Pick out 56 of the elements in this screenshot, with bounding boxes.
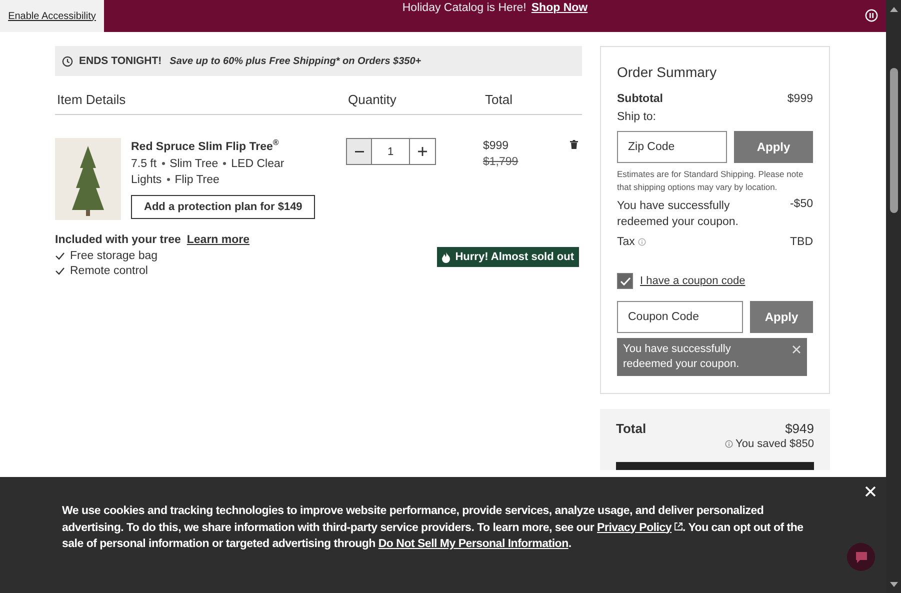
decrease-quantity-button[interactable] <box>347 139 372 164</box>
original-price: $1,799 <box>483 155 518 170</box>
ship-to-label: Ship to: <box>617 111 657 123</box>
apply-button[interactable]: Apply <box>734 131 813 163</box>
shipping-note: Estimates are for Standard Shipping. Please note that shipping options may vary by location. <box>617 168 804 194</box>
plus-icon <box>418 147 427 156</box>
tax-label: Tax <box>617 236 635 248</box>
coupon-checkbox[interactable] <box>617 273 633 289</box>
add-protection-plan-button[interactable]: Add a protection plan for $149 <box>131 194 316 219</box>
external-link-icon <box>674 522 683 530</box>
enable-accessibility-button[interactable]: Enable Accessibility <box>0 0 104 32</box>
subtotal-value: $999 <box>787 93 813 105</box>
price: $999 <box>483 139 510 154</box>
included-item: Free storage bag <box>70 250 158 262</box>
learn-more-link[interactable]: Learn more <box>186 234 250 246</box>
chat-button[interactable] <box>847 543 875 571</box>
column-header: Total <box>485 92 512 106</box>
flame-icon <box>442 252 450 262</box>
zip-code-field[interactable]: Zip Code <box>617 131 727 163</box>
scroll-up-arrow-icon[interactable] <box>890 7 898 12</box>
cookie-notice-text: We use cookies and tracking technologies to improve website performance, provide services, analyze usage, and deliver personalized advertising. To do this, we share information with third-party service providers. To learn more, see our Privacy Policy . You can opt out of the sale of personal information or targeted advertising through Do Not Sell My Personal Information. <box>62 504 804 552</box>
sale-text: Save up to 60% plus Free Shipping* on Orders $350+ <box>170 56 422 66</box>
pause-icon[interactable] <box>865 9 878 22</box>
subtotal-label: Subtotal <box>617 93 663 105</box>
coupon-code-field[interactable]: Coupon Code <box>617 301 743 333</box>
trash-icon[interactable] <box>570 140 578 149</box>
privacy-policy-link[interactable]: Privacy Policy <box>597 522 683 534</box>
info-icon[interactable] <box>724 440 732 448</box>
clock-icon <box>62 56 73 66</box>
scrollbar-thumb[interactable] <box>890 68 898 213</box>
product-name[interactable]: Red Spruce Slim Flip Tree$^{®}$ <box>131 138 311 153</box>
minus-icon <box>354 150 364 152</box>
apply-button[interactable]: Apply <box>750 301 813 333</box>
promo-text: Holiday Catalog is Here! <box>402 2 526 14</box>
order-summary-title: Order Summary <box>617 64 718 80</box>
total-label: Total <box>616 421 646 436</box>
total-value: $949 <box>785 421 814 436</box>
shop-now-link[interactable]: Shop Now <box>531 2 588 14</box>
column-header: Item Details <box>56 92 127 106</box>
column-header: Quantity <box>348 92 398 106</box>
discount-label: You have successfully redeemed your coupon. <box>617 199 740 230</box>
coupon-success-message: You have successfully redeemed your coupon. <box>617 338 807 376</box>
do-not-sell-link[interactable]: Do Not Sell My Personal Information <box>378 538 568 550</box>
chat-bubble-icon <box>854 550 868 564</box>
coupon-code-link[interactable]: I have a coupon code <box>640 275 746 287</box>
checkmark-icon <box>620 276 630 286</box>
discount-value: -$50 <box>790 198 813 210</box>
scrollbar[interactable] <box>886 0 901 593</box>
product-attributes: 7.5 ft Slim Tree LED Clear Lights Flip Tree <box>131 156 286 188</box>
included-title: Included with your tree <box>55 234 181 246</box>
tax-value: TBD <box>790 236 813 248</box>
included-item: Remote control <box>70 265 148 277</box>
sale-headline: ENDS TONIGHT! <box>79 55 162 67</box>
savings-text: You saved $850 <box>736 438 814 450</box>
stock-badge: Hurry! Almost sold out <box>437 247 579 267</box>
scroll-down-arrow-icon[interactable] <box>890 582 898 587</box>
